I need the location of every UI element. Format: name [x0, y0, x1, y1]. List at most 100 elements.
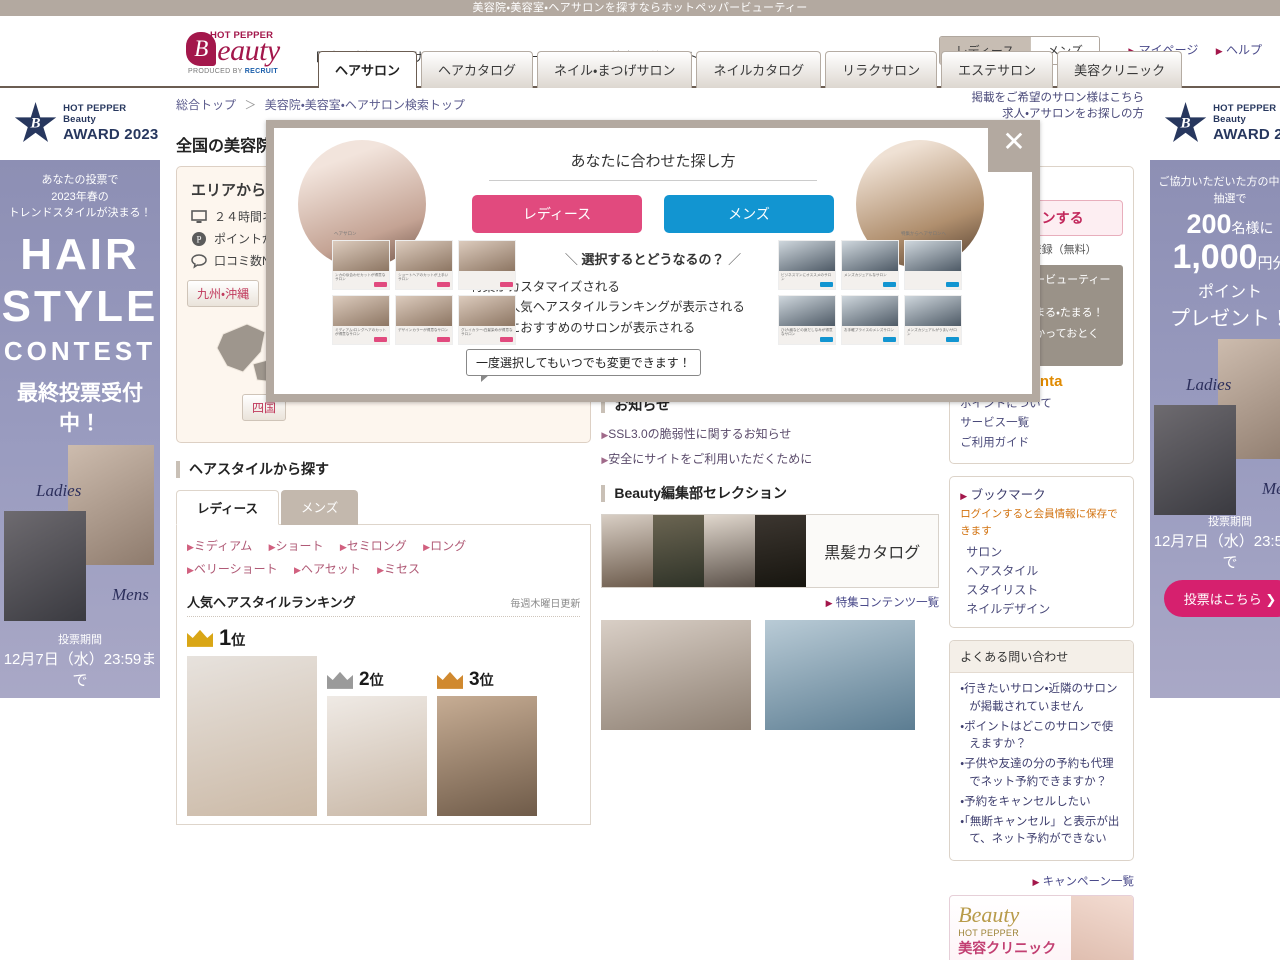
hairstyle-link-short[interactable]: ▶ショート	[269, 539, 324, 553]
hairstyle-link-misses[interactable]: ▶ミセス	[377, 562, 420, 576]
bookmark-item-stylist[interactable]: スタイリスト	[960, 581, 1123, 600]
site-tagline-strip: 美容院・美容室・ヘアサロンを探すならホットペッパービューティー	[0, 0, 1280, 16]
bookmark-item-naildesign[interactable]: ネイルデザイン	[960, 600, 1123, 619]
hairstyle-tab-mens[interactable]: メンズ	[281, 489, 359, 525]
left-award-header: B HOT PEPPER Beauty AWARD 2023	[0, 88, 160, 160]
faq-list: ・行きたいサロン・近隣のサロンが掲載されていません ・ポイントはどこのサロンで使…	[960, 681, 1123, 848]
tab-nail-eyelash-salon[interactable]: ネイル・まつげサロン	[537, 51, 693, 88]
news-item[interactable]: ▶安全にサイトをご利用いただくために	[601, 450, 939, 467]
faq-item[interactable]: ・子供や友達の分の予約も代理でネット予約できますか？	[960, 756, 1123, 791]
login-link-services[interactable]: サービス一覧	[960, 414, 1123, 434]
modal-grid-caption-left: ヘアサロン	[334, 231, 357, 236]
gender-selection-modal: ✕ ヘアサロン ンカの似合わせカットが得意なサロン ショートヘアのカットが上手い…	[266, 120, 1040, 402]
hairstyle-link-hairset[interactable]: ▶ヘアセット	[294, 562, 361, 576]
hairstyle-tab-ladies[interactable]: レディース	[176, 489, 280, 525]
left-award-banner[interactable]: あなたの投票で 2023年春の トレンドスタイルが決まる！ HAIR STYLE…	[0, 160, 160, 698]
editor-banner-label: 黒髪カタログ	[806, 515, 939, 588]
site-header: B eauty HOT PEPPER PRODUCED BY RECRUIT 国…	[0, 16, 1280, 88]
right-ad-rail[interactable]: B HOT PEPPER Beauty AWARD 2023 ご協力いただいた方…	[1150, 88, 1280, 698]
ranking-thumbnail[interactable]	[187, 656, 317, 817]
modal-ladies-button[interactable]: レディース	[472, 195, 642, 233]
bookmark-note: ログインすると会員情報に保存できます	[960, 508, 1118, 537]
header-link-help[interactable]: ▶ ヘルプ	[1216, 43, 1262, 57]
bookmark-item-hairstyle[interactable]: ヘアスタイル	[960, 562, 1123, 581]
login-link-guide[interactable]: ご利用ガイド	[960, 434, 1123, 454]
bookmark-box: ▶ ブックマーク ログインすると会員情報に保存できます サロン ヘアスタイル ス…	[949, 476, 1134, 629]
ranking-header: 人気ヘアスタイルランキング 毎週木曜日更新	[187, 592, 581, 618]
tab-relax-salon[interactable]: リラクサロン	[825, 51, 938, 88]
banner-photo-mens	[4, 510, 86, 621]
tab-beauty-clinic[interactable]: 美容クリニック	[1057, 51, 1183, 88]
faq-item[interactable]: ・予約をキャンセルしたい	[960, 794, 1123, 811]
left-ad-rail[interactable]: B HOT PEPPER Beauty AWARD 2023 あなたの投票で 2…	[0, 88, 160, 698]
right-award-header: B HOT PEPPER Beauty AWARD 2023	[1150, 88, 1280, 160]
comment-icon	[191, 253, 207, 269]
faq-item[interactable]: ・ポイントはどこのサロンで使えますか？	[960, 719, 1123, 754]
editor-banner[interactable]: 黒髪カタログ	[601, 514, 940, 589]
breadcrumb-strip: 総合トップ ＞ 美容院・美容室・ヘアサロン検索トップ 掲載をご希望のサロン様はこ…	[0, 88, 1280, 120]
modal-change-note: 一度選択してもいつでも変更できます！	[466, 348, 701, 382]
hairstyle-link-long[interactable]: ▶ロング	[423, 539, 466, 553]
modal-subtitle-right-slash: ／	[728, 252, 742, 267]
close-icon[interactable]: ✕	[988, 120, 1040, 172]
tab-hair-salon[interactable]: ヘアサロン	[318, 51, 418, 88]
right-period-value: 12月7日（水）23:59まで	[1153, 533, 1280, 571]
modal-grid-ladies: ンカの似合わせカットが得意なサロン ショートヘアのカットが上手いサロン ミディア…	[332, 240, 516, 345]
beauty-clinic-ad[interactable]: Beauty HOT PEPPER 美容クリニック 〈ご予約・ご契約特典〉 5%…	[949, 894, 1134, 960]
feature-photo[interactable]	[601, 620, 752, 731]
editor-more-link[interactable]: ▶ 特集コンテンツ一覧	[601, 594, 940, 610]
faq-item[interactable]: ・行きたいサロン・近隣のサロンが掲載されていません	[960, 681, 1123, 716]
left-banner-lead: あなたの投票で 2023年春の トレンドスタイルが決まる！	[8, 174, 152, 219]
right-award-small: HOT PEPPER Beauty	[1213, 103, 1277, 126]
hairstyle-link-semilong[interactable]: ▶セミロング	[340, 539, 407, 553]
right-script-ladies: Ladies	[1186, 375, 1232, 394]
tab-nail-catalog[interactable]: ネイルカタログ	[696, 51, 822, 88]
feature-photo-row	[601, 620, 939, 731]
region-kyushu-okinawa[interactable]: 九州・沖縄	[187, 280, 260, 307]
breadcrumb-item-home[interactable]: 総合トップ	[176, 98, 236, 112]
salon-owner-note-line1: 掲載をご希望のサロン様はこちら	[971, 92, 1145, 104]
left-vote-button[interactable]: 投票はこちら ❯	[13, 697, 147, 698]
right-award-banner[interactable]: ご協力いただいた方の中から 抽選で 200名様に 1,000円分 ポイント プレ…	[1150, 160, 1280, 698]
left-banner-footer: 投票期間 12月7日（水）23:59まで 投票はこちら ❯	[0, 625, 160, 698]
left-banner-style: STYLE	[1, 281, 159, 331]
ranking-thumbnail[interactable]	[327, 696, 427, 817]
left-banner-hair: HAIR	[20, 229, 140, 279]
ranking-list: 1位 2位 3位	[187, 625, 580, 817]
triangle-right-icon: ▶	[187, 564, 194, 575]
hairstyle-link-medium[interactable]: ▶ミディアム	[187, 539, 252, 553]
ranking-item-2[interactable]: 2位	[327, 669, 427, 817]
editor-banner-photo	[653, 515, 705, 588]
site-logo[interactable]: B eauty HOT PEPPER PRODUCED BY RECRUIT	[168, 30, 298, 75]
award-star-icon: B	[14, 102, 57, 146]
crown-gold-icon	[187, 629, 213, 647]
ranking-thumbnail[interactable]	[437, 696, 537, 817]
tab-hair-catalog[interactable]: ヘアカタログ	[421, 51, 534, 88]
modal-mens-button[interactable]: メンズ	[664, 195, 834, 233]
right-award-big: AWARD 2023	[1213, 126, 1280, 144]
ranking-item-3[interactable]: 3位	[437, 669, 537, 817]
breadcrumb-item-current[interactable]: 美容院・美容室・ヘアサロン検索トップ	[265, 98, 465, 112]
hairstyle-link-veryshort[interactable]: ▶ベリーショート	[187, 562, 278, 576]
bookmark-title[interactable]: ▶ ブックマーク	[960, 485, 1123, 505]
bookmark-item-salon[interactable]: サロン	[960, 543, 1123, 562]
modal-grid-cell: ミディアム・ロングヘアのカットが得意なサロン	[332, 295, 390, 345]
news-item[interactable]: ▶SSL3.0の脆弱性に関するお知らせ	[601, 425, 939, 442]
modal-grid-cell: ショートヘアのカットが上手いサロン	[395, 240, 453, 290]
campaign-list-link[interactable]: ▶ キャンペーン一覧	[949, 873, 1134, 889]
right-vote-button[interactable]: 投票はこちら ❯	[1163, 580, 1280, 617]
left-period-label: 投票期間	[58, 633, 102, 646]
feature-photo[interactable]	[765, 620, 916, 731]
left-award-big: AWARD 2023	[63, 126, 159, 144]
hairstyle-gender-tabs: レディース メンズ	[176, 489, 591, 525]
ranking-item-1[interactable]: 1位	[187, 625, 317, 817]
crown-bronze-icon	[437, 671, 463, 689]
right-banner-lead: ご協力いただいた方の中から 抽選で	[1158, 176, 1280, 205]
faq-item[interactable]: ・「無断キャンセル」と表示が出て、ネット予約ができない	[960, 814, 1123, 849]
right-amount: 1,000円分	[1172, 238, 1280, 276]
tab-esthetic-salon[interactable]: エステサロン	[941, 51, 1054, 88]
crown-silver-icon	[327, 671, 353, 689]
triangle-right-icon: ▶	[268, 541, 276, 552]
point-icon: P	[192, 231, 206, 246]
triangle-right-icon: ▶	[960, 491, 968, 502]
